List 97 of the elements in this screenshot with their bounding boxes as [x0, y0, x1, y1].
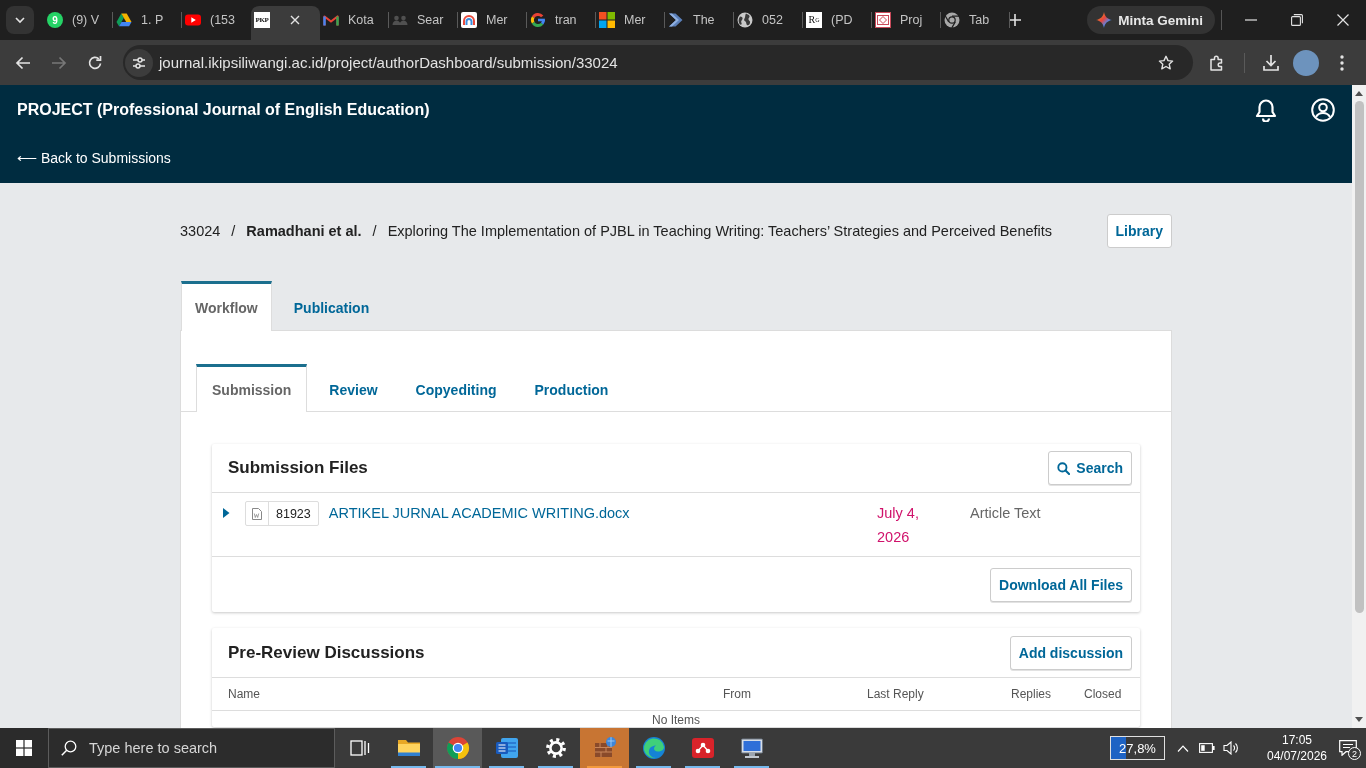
- mail-icon: [323, 12, 339, 28]
- browser-tab[interactable]: 9 (9) V: [44, 6, 113, 40]
- submission-title: Exploring The Implementation of PJBL in Teaching Writing: Teachers’ Strategies and Perceived Benefits: [387, 223, 1053, 239]
- monitor-icon: [739, 736, 764, 760]
- scrollbar[interactable]: [1352, 85, 1366, 728]
- tab[interactable]: Publication: [279, 281, 384, 331]
- star-icon[interactable]: [1158, 54, 1174, 71]
- add-discussion-button[interactable]: Add discussion: [1009, 635, 1132, 670]
- close-icon[interactable]: [290, 15, 300, 25]
- column-header: Last Reply: [867, 687, 925, 701]
- stage-tab[interactable]: Review: [313, 364, 394, 412]
- chevron-logo-icon: [668, 12, 684, 28]
- battery-icon[interactable]: [1199, 743, 1215, 753]
- four-squares-icon: [599, 12, 615, 28]
- menu-icon[interactable]: [1340, 54, 1344, 71]
- rainbow-icon: [461, 12, 477, 28]
- author-names: Ramadhani et al.: [246, 223, 362, 239]
- clock-date[interactable]: 04/07/2026: [1266, 748, 1328, 764]
- browser-tab[interactable]: The: [665, 6, 734, 40]
- empty-message: No Items: [652, 713, 700, 727]
- circle-logo-icon: [944, 12, 960, 28]
- section-title: Pre-Review Discussions: [228, 642, 425, 663]
- notification-count: 2: [1348, 747, 1361, 760]
- brick-icon: [592, 736, 617, 760]
- scroll-down-icon[interactable]: [1355, 717, 1363, 722]
- browser-tab[interactable]: 1. P: [113, 6, 182, 40]
- start-button[interactable]: [0, 728, 48, 768]
- browser-tab[interactable]: Mer: [596, 6, 665, 40]
- windows-logo-icon: [16, 740, 32, 756]
- library-button[interactable]: Library: [1106, 214, 1172, 248]
- back-link[interactable]: ⟵ Back to Submissions: [17, 147, 171, 169]
- globe-icon: [737, 12, 753, 28]
- speaker-icon[interactable]: [1223, 741, 1239, 755]
- tab[interactable]: Workflow: [181, 281, 272, 331]
- stage-tab[interactable]: Copyediting: [399, 364, 513, 412]
- scroll-up-icon[interactable]: [1355, 91, 1363, 96]
- column-header: Closed: [1084, 687, 1123, 701]
- scroll-thumb[interactable]: [1354, 101, 1364, 613]
- assistant-button[interactable]: Minta Gemini: [1087, 6, 1215, 34]
- download-all-button[interactable]: Download All Files: [990, 567, 1132, 602]
- chevron-up-icon[interactable]: [1177, 744, 1189, 752]
- breadcrumb-separator: /: [372, 223, 377, 239]
- search-field[interactable]: Type here to search: [48, 728, 335, 768]
- browser-tab[interactable]: Proj: [872, 6, 941, 40]
- column-header: Replies: [1011, 687, 1053, 701]
- browser-tab[interactable]: Kota: [320, 6, 389, 40]
- reload-icon[interactable]: [87, 54, 103, 71]
- browser-tab[interactable]: 052: [734, 6, 803, 40]
- message-icon[interactable]: [1339, 740, 1357, 756]
- file-date: July 4, 2026: [877, 504, 920, 547]
- search-button[interactable]: Search: [1048, 451, 1132, 485]
- search-icon: [61, 740, 77, 756]
- address-bar[interactable]: journal.ikipsiliwangi.ac.id/project/authorDashboard/submission/33024: [123, 45, 1193, 80]
- avatar-icon[interactable]: [1293, 49, 1319, 76]
- plus-icon[interactable]: [1008, 13, 1022, 27]
- tab-search-button[interactable]: [6, 6, 34, 34]
- puzzle-icon[interactable]: [1209, 54, 1225, 71]
- close-icon[interactable]: [1337, 14, 1349, 26]
- user-icon[interactable]: [1311, 98, 1335, 122]
- search-icon: [1057, 461, 1071, 475]
- submission-id: 33024: [180, 223, 221, 239]
- restore-icon[interactable]: [1291, 14, 1303, 26]
- file-id: 81923: [275, 506, 312, 521]
- task-view-icon[interactable]: [349, 738, 370, 758]
- stage-tab[interactable]: Submission: [196, 364, 308, 412]
- chevron-down-icon: [14, 14, 26, 26]
- sparkle-icon: [1096, 12, 1113, 28]
- expand-caret-icon[interactable]: [222, 508, 230, 518]
- file-type: Article Text: [970, 504, 1042, 523]
- dots-tile-icon: [690, 736, 715, 760]
- breadcrumb-separator: /: [231, 223, 236, 239]
- play-button-icon: [185, 12, 201, 28]
- triangle-logo-icon: [116, 12, 132, 28]
- frame-icon: [875, 12, 891, 28]
- column-header: Name: [228, 687, 261, 701]
- clock-time[interactable]: 17:05: [1282, 732, 1312, 748]
- section-title: Submission Files: [228, 458, 368, 478]
- back-icon[interactable]: [15, 54, 31, 71]
- document-tile-icon: [494, 736, 519, 760]
- stage-tab[interactable]: Production: [518, 364, 625, 412]
- sliders-icon[interactable]: [125, 48, 153, 77]
- file-link[interactable]: ARTIKEL JURNAL ACADEMIC WRITING.docx: [328, 501, 877, 525]
- browser-tab[interactable]: Tab: [941, 6, 1010, 40]
- document-icon: [252, 507, 262, 520]
- circle-logo-icon: [445, 736, 470, 760]
- browser-tab[interactable]: (153: [182, 6, 251, 40]
- g-logo-icon: [530, 12, 546, 28]
- browser-tab[interactable]: tran: [527, 6, 596, 40]
- download-icon[interactable]: [1262, 53, 1280, 72]
- gear-icon: [543, 736, 568, 760]
- count-badge: 9: [47, 12, 63, 28]
- browser-tab[interactable]: Sear: [389, 6, 458, 40]
- journal-title: PROJECT (Professional Journal of English Education): [17, 101, 430, 119]
- browser-tab[interactable]: Mer: [458, 6, 527, 40]
- bell-icon[interactable]: [1255, 98, 1277, 122]
- column-header: From: [723, 687, 752, 701]
- swirl-icon: [641, 736, 666, 760]
